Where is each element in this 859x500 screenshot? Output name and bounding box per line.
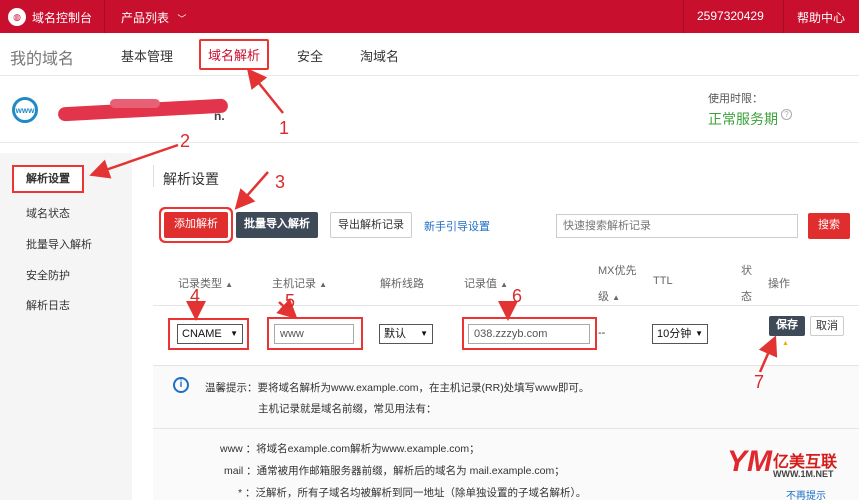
sidebar: 解析设置 域名状态 批量导入解析 安全防护 解析日志 bbox=[0, 153, 132, 500]
annotation-number-3: 3 bbox=[275, 172, 286, 192]
column-header-type[interactable]: 记录类型 ▲ bbox=[178, 275, 233, 291]
annotation-number-4: 4 bbox=[190, 286, 201, 306]
column-header-value-label: 记录值 bbox=[464, 278, 497, 290]
help-center-link[interactable]: 帮助中心 bbox=[797, 9, 845, 26]
save-button[interactable]: 保存 bbox=[769, 316, 805, 336]
annotation-number-2: 2 bbox=[180, 131, 191, 151]
dropdown-arrow-icon: ▼ bbox=[695, 329, 703, 338]
column-header-host-label: 主机记录 bbox=[272, 278, 316, 290]
service-period-label: 使用时限： bbox=[708, 93, 763, 105]
column-header-value[interactable]: 记录值 ▲ bbox=[464, 275, 508, 291]
user-account[interactable]: 2597320429 bbox=[697, 9, 764, 23]
column-header-status-line1: 状 bbox=[741, 265, 752, 277]
watermark-logo: YM 亿美互联 WWW.1M.NET bbox=[727, 445, 859, 500]
column-header-ops: 操作 bbox=[768, 278, 790, 290]
record-search-input[interactable] bbox=[556, 214, 798, 238]
tab-basic-management[interactable]: 基本管理 bbox=[121, 46, 173, 65]
console-logo[interactable]: ◍ 域名控制台 bbox=[8, 8, 92, 26]
products-menu-label: 产品列表 bbox=[121, 11, 170, 25]
column-header-ttl: TTL bbox=[653, 275, 673, 287]
annotation-number-7: 7 bbox=[754, 372, 765, 392]
title-accent-line bbox=[153, 165, 154, 187]
topbar-divider bbox=[104, 0, 105, 33]
domain-info: www n. 使用时限： 正常服务期 ? bbox=[0, 77, 859, 143]
console-logo-icon: ◍ bbox=[8, 8, 26, 26]
top-bar: ◍ 域名控制台 产品列表 ﹀ 2597320429 帮助中心 bbox=[0, 0, 859, 33]
annotation-arrow-3 bbox=[234, 171, 269, 210]
watermark-mark: YM bbox=[727, 445, 772, 478]
topbar-divider bbox=[683, 0, 684, 33]
globe-icon: www bbox=[12, 97, 38, 123]
panel-title: 解析设置 bbox=[163, 171, 219, 187]
topbar-divider bbox=[783, 0, 784, 33]
sidebar-item-dns-settings[interactable]: 解析设置 bbox=[12, 165, 84, 193]
annotation-number-6: 6 bbox=[512, 286, 523, 306]
dropdown-arrow-icon: ▼ bbox=[230, 329, 238, 338]
mx-priority-value: -- bbox=[598, 327, 606, 339]
sort-up-icon: ▲ bbox=[319, 280, 327, 289]
search-button[interactable]: 搜索 bbox=[808, 213, 850, 239]
export-records-button[interactable]: 导出解析记录 bbox=[330, 212, 412, 238]
sidebar-item-batch-import[interactable]: 批量导入解析 bbox=[0, 236, 132, 252]
tip-divider bbox=[153, 428, 859, 429]
sidebar-item-security-protection[interactable]: 安全防护 bbox=[0, 267, 132, 283]
tip-example-mail: mail ：通常被用作邮箱服务器前缀，解析后的域名为 mail.example.… bbox=[224, 465, 565, 477]
service-status: 正常服务期 bbox=[708, 111, 778, 127]
record-type-select[interactable]: CNAME ▼ bbox=[177, 324, 243, 344]
tip-line-2: 主机记录就是域名前缀，常见用法有： bbox=[258, 403, 437, 415]
sort-up-icon: ▲ bbox=[225, 280, 233, 289]
resolution-line-select[interactable]: 默认 ▼ bbox=[379, 324, 433, 344]
annotation-number-1: 1 bbox=[279, 118, 290, 138]
resolution-line-value: 默认 bbox=[384, 328, 406, 340]
record-value-input[interactable]: 038.zzzyb.com bbox=[468, 324, 590, 344]
host-record-input[interactable]: www bbox=[274, 324, 354, 344]
record-type-value: CNAME bbox=[182, 328, 222, 340]
add-record-button[interactable]: 添加解析 bbox=[164, 212, 228, 238]
sort-up-icon: ▲ bbox=[500, 280, 508, 289]
sort-up-icon: ▲ bbox=[612, 293, 620, 302]
header-divider bbox=[153, 305, 859, 306]
ttl-value: 10分钟 bbox=[657, 328, 692, 340]
domain-subnav: 我的域名 基本管理 域名解析 安全 淘域名 bbox=[0, 33, 859, 76]
page-root: ◍ 域名控制台 产品列表 ﹀ 2597320429 帮助中心 我的域名 基本管理… bbox=[0, 0, 859, 500]
cancel-button[interactable]: 取消 bbox=[810, 316, 844, 336]
help-question-icon[interactable]: ? bbox=[781, 109, 792, 120]
tip-example-wildcard: * ：泛解析，所有子域名均被解析到同一地址（除单独设置的子域名解析）。 bbox=[238, 487, 587, 499]
sidebar-item-dns-log[interactable]: 解析日志 bbox=[0, 297, 132, 313]
column-header-mx-label: 级 bbox=[598, 291, 609, 303]
batch-import-button[interactable]: 批量导入解析 bbox=[236, 212, 318, 238]
page-title: 我的域名 bbox=[10, 51, 75, 68]
column-header-line: 解析线路 bbox=[380, 278, 424, 290]
redacted-domain-name bbox=[110, 99, 160, 108]
watermark-url: WWW.1M.NET bbox=[773, 469, 834, 479]
domain-name-tail: n. bbox=[214, 109, 225, 123]
dropdown-arrow-icon: ▼ bbox=[420, 329, 428, 338]
annotation-number-5: 5 bbox=[285, 291, 296, 311]
sidebar-item-domain-status[interactable]: 域名状态 bbox=[0, 205, 132, 221]
tab-security[interactable]: 安全 bbox=[297, 46, 323, 65]
tab-dns-resolution[interactable]: 域名解析 bbox=[199, 39, 270, 70]
tip-example-www: www ：将域名example.com解析为www.example.com； bbox=[220, 443, 480, 455]
ttl-select[interactable]: 10分钟 ▼ bbox=[652, 324, 708, 344]
console-title: 域名控制台 bbox=[32, 10, 93, 25]
info-icon: i bbox=[173, 377, 189, 393]
column-header-status-line2: 态 bbox=[741, 291, 752, 303]
column-header-mx-line1: MX优先 bbox=[598, 265, 637, 277]
products-menu[interactable]: 产品列表 ﹀ bbox=[121, 9, 186, 26]
beginner-guide-link[interactable]: 新手引导设置 bbox=[424, 218, 490, 234]
tip-line-1: 温馨提示：要将域名解析为www.example.com，在主机记录(RR)处填写… bbox=[205, 382, 590, 394]
column-header-mx[interactable]: 级 ▲ bbox=[598, 288, 620, 304]
column-header-host[interactable]: 主机记录 ▲ bbox=[272, 275, 327, 291]
warning-triangle-icon: ▲ bbox=[782, 340, 789, 347]
tab-tao-domain[interactable]: 淘域名 bbox=[360, 46, 399, 65]
chevron-down-icon: ﹀ bbox=[177, 14, 187, 24]
